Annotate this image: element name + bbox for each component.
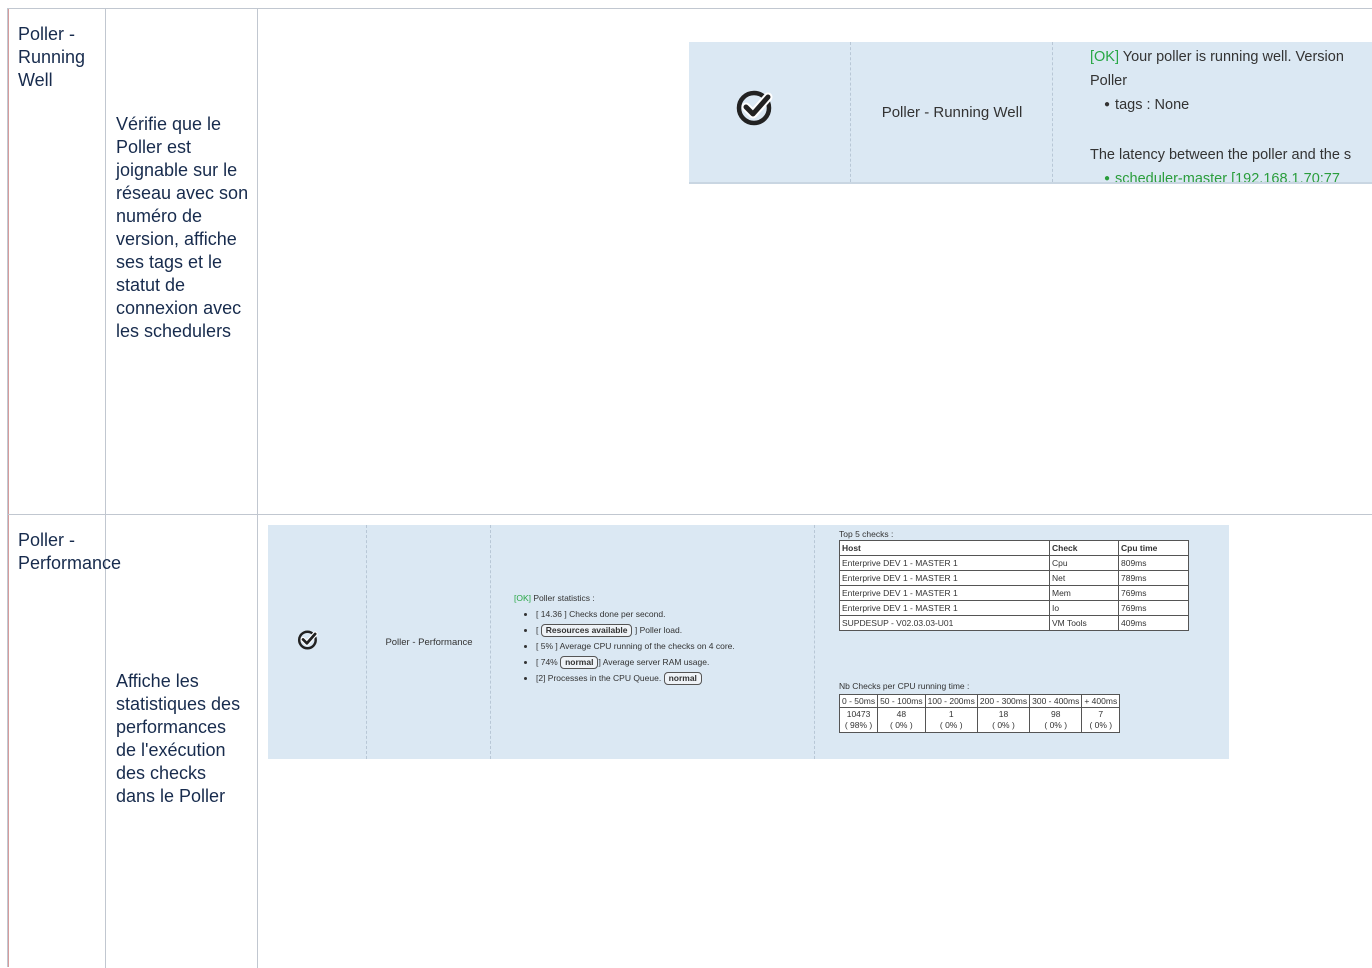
count-value: 7 <box>1098 709 1104 719</box>
column-header: 300 - 400ms <box>1029 694 1083 708</box>
column-header: 100 - 200ms <box>924 694 978 708</box>
check-circle-icon <box>735 88 775 133</box>
stat-item: [ 14.36 ] Checks done per second. <box>536 606 735 622</box>
cpu-time-cell: 769ms <box>1118 585 1189 601</box>
poller-label: Poller <box>1090 73 1128 89</box>
nb-checks-label: Nb Checks per CPU running time : <box>839 681 970 691</box>
stat-text: ] Average server RAM usage. <box>598 657 710 667</box>
count-cell: 98( 0% ) <box>1029 707 1083 733</box>
stat-text: [ 14.36 ] Checks done per second. <box>536 609 666 619</box>
check-cell: Cpu <box>1049 555 1119 571</box>
percent-value: ( 0% ) <box>1044 720 1068 730</box>
latency-text: The latency between the poller and the s <box>1090 147 1352 163</box>
check-circle-icon <box>297 629 319 656</box>
nb-checks-table: 0 - 50ms 50 - 100ms 100 - 200ms 200 - 30… <box>838 694 1121 733</box>
description-cell: Affiche les statistiques des performance… <box>106 515 258 968</box>
stat-item: [ 5% ] Average CPU running of the checks… <box>536 638 735 654</box>
check-description: Vérifie que le Poller est joignable sur … <box>116 114 249 341</box>
status-line: Your poller is running well. Version <box>1119 49 1344 65</box>
table-header-row: Host Check Cpu time <box>839 540 1189 556</box>
ram-badge: normal <box>560 656 599 669</box>
count-value: 10473 <box>846 709 871 719</box>
stat-item: [ Resources available ] Poller load. <box>536 622 735 638</box>
ok-tag: [OK] <box>1090 49 1120 65</box>
column-header: Cpu time <box>1118 540 1189 556</box>
description-cell: Vérifie que le Poller est joignable sur … <box>106 9 258 514</box>
host-cell: SUPDESUP - V02.03.03-U01 <box>839 615 1050 631</box>
tags-text: tags : None <box>1115 97 1190 113</box>
check-cell: Mem <box>1049 585 1119 601</box>
table-row: SUPDESUP - V02.03.03-U01 VM Tools 409ms <box>839 615 1189 631</box>
stat-text: ] Poller load. <box>632 625 683 635</box>
check-cell: Net <box>1049 570 1119 586</box>
cpu-time-cell: 769ms <box>1118 600 1189 616</box>
column-header: Host <box>839 540 1050 556</box>
check-cell: Io <box>1049 600 1119 616</box>
table-row: Enterprive DEV 1 - MASTER 1 Net 789ms <box>839 570 1189 586</box>
poller-statistics: [OK] Poller statistics : [ 14.36 ] Check… <box>514 590 735 686</box>
top5-label: Top 5 checks : <box>839 529 894 539</box>
column-header: + 400ms <box>1081 694 1121 708</box>
screenshot-message: [OK] Your poller is running well. Versio… <box>1090 45 1372 184</box>
percent-value: ( 0% ) <box>992 720 1015 730</box>
top5-table: Host Check Cpu time Enterprive DEV 1 - M… <box>839 540 1189 631</box>
table-row: Enterprive DEV 1 - MASTER 1 Io 769ms <box>839 600 1189 616</box>
performance-screenshot: Poller - Performance [OK] Poller statist… <box>268 525 1229 759</box>
stat-item: [2] Processes in the CPU Queue. normal <box>536 670 735 686</box>
scheduler-link: scheduler-master [192.168.1.70:77 <box>1115 171 1340 184</box>
column-divider <box>814 525 815 759</box>
cpu-time-cell: 789ms <box>1118 570 1189 586</box>
ok-tag: [OK] <box>514 593 532 603</box>
count-cell: 1( 0% ) <box>924 707 978 733</box>
count-cell: 18( 0% ) <box>976 707 1031 733</box>
table-header-row: 0 - 50ms 50 - 100ms 100 - 200ms 200 - 30… <box>838 694 1121 708</box>
count-value: 48 <box>896 709 907 719</box>
cpu-time-cell: 409ms <box>1118 615 1189 631</box>
stat-item: [ 74% normal] Average server RAM usage. <box>536 654 735 670</box>
host-cell: Enterprive DEV 1 - MASTER 1 <box>839 600 1050 616</box>
stat-text: [ 74% <box>536 657 561 667</box>
running-well-screenshot: Poller - Running Well [OK] Your poller i… <box>689 42 1372 184</box>
host-cell: Enterprive DEV 1 - MASTER 1 <box>839 570 1050 586</box>
documentation-table: Poller - Running Well Vérifie que le Pol… <box>7 8 1372 968</box>
cpu-queue-badge: normal <box>663 672 702 685</box>
column-header: 0 - 50ms <box>838 694 879 708</box>
screenshot-cell: Poller - Running Well [OK] Your poller i… <box>258 9 1372 514</box>
column-header: 200 - 300ms <box>976 694 1031 708</box>
percent-value: ( 98% ) <box>844 720 873 730</box>
count-cell: 10473( 98% ) <box>838 707 879 733</box>
table-row: Poller - Running Well Vérifie que le Pol… <box>8 9 1372 515</box>
stat-text: [ 5% ] Average CPU running of the checks… <box>536 641 735 651</box>
table-row: Enterprive DEV 1 - MASTER 1 Mem 769ms <box>839 585 1189 601</box>
screenshot-cell: Poller - Performance [OK] Poller statist… <box>258 515 1372 968</box>
table-row: Enterprive DEV 1 - MASTER 1 Cpu 809ms <box>839 555 1189 571</box>
count-cell: 48( 0% ) <box>877 707 926 733</box>
load-badge: Resources available <box>540 624 633 637</box>
screenshot-check-name: Poller - Performance <box>385 636 473 648</box>
table-row: 10473( 98% ) 48( 0% ) 1( 0% ) 18( 0% ) 9… <box>838 707 1121 733</box>
check-description: Affiche les statistiques des performance… <box>116 671 241 806</box>
percent-value: ( 0% ) <box>939 720 963 730</box>
check-name: Poller - Running Well <box>18 24 86 90</box>
screenshot-check-name: Poller - Running Well <box>881 103 1023 121</box>
stats-title: Poller statistics : <box>531 593 595 603</box>
check-cell: VM Tools <box>1049 615 1119 631</box>
check-name-cell: Poller - Performance <box>8 515 121 968</box>
check-name-cell: Poller - Running Well <box>8 9 106 514</box>
host-cell: Enterprive DEV 1 - MASTER 1 <box>839 585 1050 601</box>
stat-text: [2] Processes in the CPU Queue. <box>536 673 664 683</box>
count-cell: 7( 0% ) <box>1081 707 1121 733</box>
host-cell: Enterprive DEV 1 - MASTER 1 <box>839 555 1050 571</box>
count-value: 1 <box>948 709 954 719</box>
percent-value: ( 0% ) <box>890 720 913 730</box>
percent-value: ( 0% ) <box>1089 720 1113 730</box>
count-value: 18 <box>998 709 1009 719</box>
column-header: 50 - 100ms <box>877 694 926 708</box>
cpu-time-cell: 809ms <box>1118 555 1189 571</box>
column-header: Check <box>1049 540 1119 556</box>
count-value: 98 <box>1051 709 1061 719</box>
table-row: Poller - Performance Affiche les statist… <box>8 515 1372 968</box>
